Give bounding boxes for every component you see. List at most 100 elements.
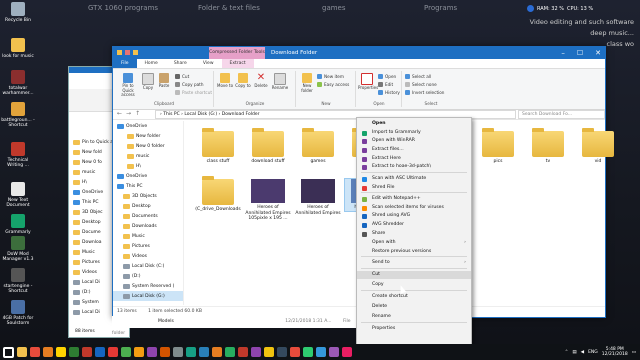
context-menu-item[interactable]: Copy bbox=[357, 281, 471, 289]
taskbar-app-icon[interactable] bbox=[82, 347, 92, 357]
nav-item[interactable]: Documents bbox=[113, 211, 183, 221]
nav-item[interactable]: New folder bbox=[113, 131, 183, 141]
context-menu-item[interactable]: Scan selected items for viruses bbox=[357, 204, 471, 212]
taskbar-app-icon[interactable] bbox=[238, 347, 248, 357]
new-item-button[interactable]: New item bbox=[317, 74, 344, 79]
desktop-icon[interactable]: Grammarly bbox=[0, 214, 36, 235]
nav-item[interactable]: H\ bbox=[113, 161, 183, 171]
taskbar-app-icon[interactable] bbox=[225, 347, 235, 357]
taskbar-app-icon[interactable] bbox=[277, 347, 287, 357]
delete-button[interactable]: ✕ Delete bbox=[253, 73, 269, 89]
context-menu-item[interactable]: Open bbox=[357, 120, 471, 128]
taskbar-app-icon[interactable] bbox=[199, 347, 209, 357]
file-item[interactable]: (C_drive_Downloads bbox=[195, 176, 241, 213]
context-menu-item[interactable]: Open with WinRAR bbox=[357, 137, 471, 145]
nav-item[interactable]: Desktop bbox=[113, 201, 183, 211]
desktop-icon[interactable]: DoW Mod Manager v1.3 bbox=[0, 236, 36, 262]
rename-button[interactable]: Rename bbox=[271, 73, 289, 91]
taskbar-app-icon[interactable] bbox=[290, 347, 300, 357]
folder-icon[interactable] bbox=[117, 50, 122, 55]
nav-item[interactable]: Videos bbox=[113, 251, 183, 261]
copy-to-button[interactable]: Copy to bbox=[235, 73, 251, 89]
nav-item[interactable]: (D:) bbox=[113, 271, 183, 281]
nav-item[interactable]: Local Disk (G:) bbox=[113, 291, 183, 301]
desktop-icon[interactable]: 4GB Patch for Soulstorm bbox=[0, 300, 36, 326]
edit-button[interactable]: Edit bbox=[378, 82, 393, 87]
new-folder-button[interactable]: New folder bbox=[299, 73, 315, 93]
taskbar-app-icon[interactable] bbox=[43, 347, 53, 357]
desktop-icon[interactable]: startengine - Shortcut bbox=[0, 268, 36, 294]
move-to-button[interactable]: Move to bbox=[217, 73, 233, 89]
desktop-icon[interactable]: Recycle Bin bbox=[0, 2, 36, 23]
nav-item[interactable]: This PC bbox=[113, 181, 183, 191]
pin-to-quick-access-button[interactable]: Pin to Quick access bbox=[117, 73, 139, 98]
tab-extract[interactable]: Extract bbox=[221, 59, 254, 68]
tab-view[interactable]: View bbox=[195, 59, 222, 68]
copy-button[interactable]: Copy bbox=[141, 73, 155, 91]
taskbar-app-icon[interactable] bbox=[17, 347, 27, 357]
context-menu-item[interactable]: Scan with ASC Ultimate bbox=[357, 175, 471, 183]
taskbar-app-icon[interactable] bbox=[56, 347, 66, 357]
taskbar-app-icon[interactable] bbox=[160, 347, 170, 357]
taskbar-app-icon[interactable] bbox=[121, 347, 131, 357]
back-arrow-icon[interactable]: ← bbox=[117, 110, 122, 117]
nav-item[interactable]: OneDrive bbox=[113, 121, 183, 131]
nav-item[interactable]: music bbox=[113, 151, 183, 161]
desktop-icon[interactable]: Technical Writing ... bbox=[0, 142, 36, 168]
desktop-icon[interactable]: look for music bbox=[0, 38, 36, 59]
properties-button[interactable]: Properties bbox=[358, 73, 378, 91]
folder-icon[interactable] bbox=[125, 50, 130, 55]
desktop-icon[interactable]: New Text Document bbox=[0, 182, 36, 208]
select-none-button[interactable]: Select none bbox=[405, 82, 437, 87]
nav-item[interactable]: Local Disk (C:) bbox=[113, 261, 183, 271]
window-titlebar[interactable]: Compressed Folder Tools Download Folder … bbox=[113, 47, 605, 59]
taskbar-app-icon[interactable] bbox=[303, 347, 313, 357]
context-menu-item[interactable]: Rename bbox=[357, 313, 471, 321]
forward-arrow-icon[interactable]: → bbox=[126, 110, 131, 117]
nav-item[interactable]: New 0 folder bbox=[113, 141, 183, 151]
file-item[interactable]: Heroes of Annihilated Empires 105pixle x… bbox=[245, 179, 291, 222]
context-menu-item[interactable]: Cut bbox=[357, 271, 471, 279]
minimize-icon[interactable]: – bbox=[561, 47, 565, 59]
file-item[interactable]: pics bbox=[475, 128, 521, 165]
volume-icon[interactable]: ◀ bbox=[581, 350, 584, 355]
taskbar-app-icon[interactable] bbox=[212, 347, 222, 357]
taskbar-app-icon[interactable] bbox=[316, 347, 326, 357]
context-menu-item[interactable]: Extract to hoae-3d-patch\ bbox=[357, 163, 471, 171]
context-menu-item[interactable]: Restore previous versions bbox=[357, 248, 471, 256]
file-item[interactable]: download stuff bbox=[245, 128, 291, 165]
tab-share[interactable]: Share bbox=[166, 59, 195, 68]
language-indicator[interactable]: ENG bbox=[588, 350, 598, 355]
nav-item[interactable]: Music bbox=[113, 231, 183, 241]
desktop-icon[interactable]: totalwar warhammer... bbox=[0, 70, 36, 96]
tab-file[interactable]: File bbox=[113, 59, 137, 68]
context-menu-item[interactable]: AVG Shredder bbox=[357, 221, 471, 229]
context-menu-item[interactable]: Send to › bbox=[357, 259, 471, 267]
copy-path-button[interactable]: Copy path bbox=[175, 82, 203, 87]
close-icon[interactable]: ✕ bbox=[595, 47, 601, 59]
context-menu-item[interactable]: Shred File bbox=[357, 184, 471, 192]
file-item[interactable]: tv bbox=[525, 128, 571, 165]
context-menu-item[interactable]: Edit with Notepad++ bbox=[357, 195, 471, 203]
list-item[interactable]: Models 12/21/2018 1:31 A... File folder bbox=[112, 316, 360, 336]
search-input[interactable]: Search Download Fo... bbox=[518, 110, 605, 119]
file-item[interactable]: games bbox=[295, 128, 341, 165]
context-menu-item[interactable]: Properties bbox=[357, 325, 471, 333]
taskbar-app-icon[interactable] bbox=[30, 347, 40, 357]
context-menu-item[interactable]: Share bbox=[357, 230, 471, 238]
folder-icon[interactable] bbox=[133, 50, 138, 55]
nav-item[interactable]: Downloads bbox=[113, 221, 183, 231]
nav-item[interactable]: OneDrive bbox=[113, 171, 183, 181]
nav-item[interactable]: Pictures bbox=[113, 241, 183, 251]
maximize-icon[interactable]: ☐ bbox=[577, 47, 583, 59]
context-menu-item[interactable]: Shred using AVG bbox=[357, 212, 471, 220]
windows-start-icon[interactable] bbox=[3, 346, 14, 358]
taskbar-app-icon[interactable] bbox=[251, 347, 261, 357]
context-menu-item[interactable]: Create shortcut bbox=[357, 293, 471, 301]
notifications-icon[interactable]: ▭ bbox=[632, 350, 636, 355]
paste-shortcut-button[interactable]: Paste shortcut bbox=[175, 90, 212, 95]
file-item[interactable]: vid bbox=[575, 128, 621, 165]
taskbar-app-icon[interactable] bbox=[264, 347, 274, 357]
paste-button[interactable]: Paste bbox=[157, 73, 171, 89]
clock[interactable]: 5:48 PM 12/21/2018 bbox=[602, 347, 628, 357]
